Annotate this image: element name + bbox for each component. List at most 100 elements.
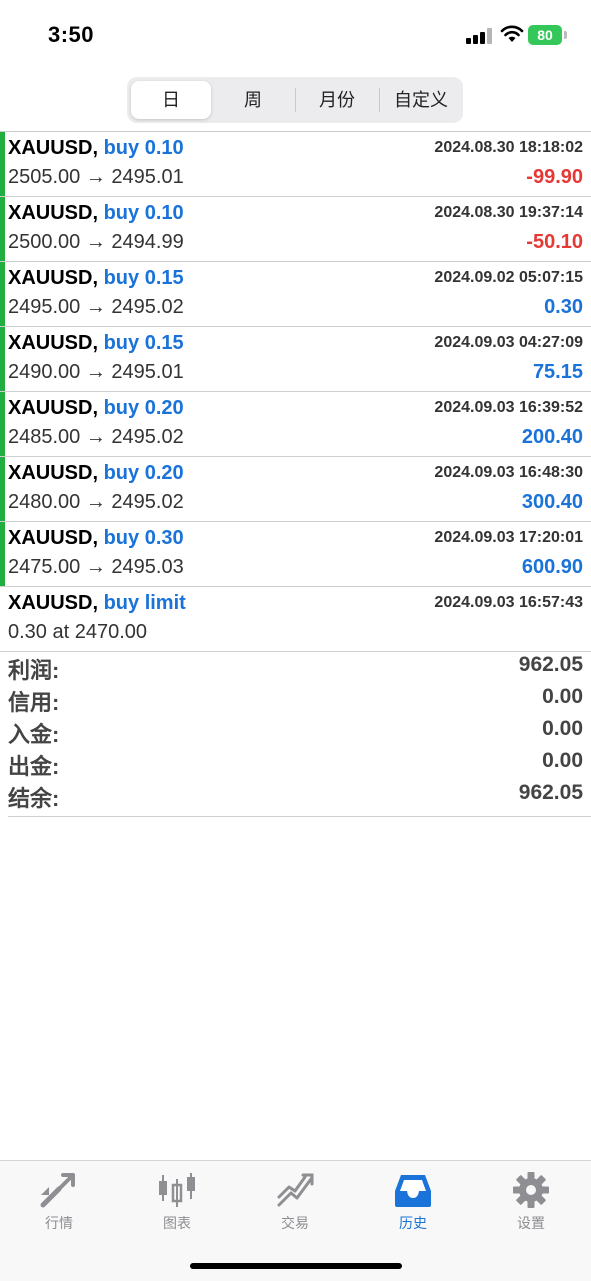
trade-profit: 200.40 [521,426,583,448]
trade-history-list: XAUUSD, buy 0.10 2505.00 → 2495.01 2024.… [0,132,591,652]
summary-divider [8,816,591,817]
trade-profit: 0.30 [544,296,583,318]
summary-label: 结余: [8,786,60,811]
account-summary: 利润: 962.05 信用: 0.00 入金: 0.00 出金: 0.00 结余… [0,653,591,813]
trade-time: 2024.09.03 17:20:01 [434,529,583,546]
buy-indicator-bar [0,457,5,521]
trade-time: 2024.09.02 05:07:15 [434,269,583,286]
trade-prices: 2505.00 → 2495.01 [8,166,184,188]
segment-divider [295,88,296,112]
tab-label: 历史 [399,1215,427,1231]
trade-profit: -50.10 [526,231,583,253]
trade-profit: 300.40 [521,491,583,513]
trade-symbol: XAUUSD, buy 0.15 [8,267,184,289]
summary-value: 0.00 [542,717,583,740]
battery-icon: 80 [528,25,562,45]
summary-profit: 利润: 962.05 [0,653,591,685]
buy-indicator-bar [0,262,5,326]
order-row[interactable]: XAUUSD, buy limit 0.30 at 2470.00 2024.0… [0,587,591,652]
chart-icon [159,1173,195,1207]
tab-label: 设置 [517,1215,545,1231]
order-details: 0.30 at 2470.00 [8,621,148,643]
trade-prices: 2500.00 → 2494.99 [8,231,184,253]
history-icon [395,1175,431,1207]
buy-indicator-bar [0,392,5,456]
trade-time: 2024.09.03 16:39:52 [434,399,583,416]
buy-indicator-bar [0,522,5,586]
summary-credit: 信用: 0.00 [0,685,591,717]
trade-symbol: XAUUSD, buy 0.20 [8,397,184,419]
trade-side: buy 0.30 [103,527,184,549]
trade-icon [277,1173,314,1207]
trade-symbol: XAUUSD, buy 0.10 [8,137,184,159]
buy-indicator-bar [0,197,5,261]
trade-symbol: XAUUSD, buy 0.30 [8,527,184,549]
summary-balance: 结余: 962.05 [0,781,591,813]
trade-profit: 600.90 [521,556,583,578]
tab-label: 交易 [281,1215,309,1231]
trade-prices: 2475.00 → 2495.03 [8,556,184,578]
trade-row[interactable]: XAUUSD, buy 0.15 2495.00 → 2495.02 2024.… [0,262,591,327]
status-time: 3:50 [48,22,95,47]
summary-label: 利润: [8,658,60,683]
segment-divider [379,88,380,112]
tab-history[interactable]: 历史 [354,1161,472,1241]
status-bar: 3:50 80 [0,0,591,70]
tab-trade[interactable]: 交易 [236,1161,354,1241]
trade-prices: 2485.00 → 2495.02 [8,426,184,448]
segment-week[interactable]: 周 [213,81,293,119]
trade-row[interactable]: XAUUSD, buy 0.20 2485.00 → 2495.02 2024.… [0,392,591,457]
trade-row[interactable]: XAUUSD, buy 0.30 2475.00 → 2495.03 2024.… [0,522,591,587]
trade-side: buy 0.20 [103,397,184,419]
buy-indicator-bar [0,327,5,391]
wifi-icon [500,25,524,42]
trade-row[interactable]: XAUUSD, buy 0.10 2500.00 → 2494.99 2024.… [0,197,591,262]
summary-withdrawal: 出金: 0.00 [0,749,591,781]
order-time: 2024.09.03 16:57:43 [434,594,583,611]
trade-prices: 2490.00 → 2495.01 [8,361,184,383]
trade-profit: 75.15 [532,361,583,383]
summary-value: 962.05 [518,653,583,676]
trade-time: 2024.09.03 04:27:09 [434,334,583,351]
trade-symbol: XAUUSD, buy 0.20 [8,462,184,484]
order-side: buy limit [103,592,186,614]
home-indicator[interactable] [190,1263,402,1269]
tab-label: 图表 [163,1215,191,1231]
trade-row[interactable]: XAUUSD, buy 0.15 2490.00 → 2495.01 2024.… [0,327,591,392]
buy-indicator-bar [0,132,5,196]
trade-side: buy 0.10 [103,137,184,159]
quotes-icon [40,1173,75,1208]
trade-side: buy 0.15 [103,332,184,354]
tab-quotes[interactable]: 行情 [0,1161,118,1241]
segment-month[interactable]: 月份 [297,81,377,119]
summary-label: 入金: [8,722,60,747]
trade-prices: 2480.00 → 2495.02 [8,491,184,513]
trade-symbol: XAUUSD, buy 0.10 [8,202,184,224]
summary-label: 出金: [8,754,60,779]
trade-row[interactable]: XAUUSD, buy 0.10 2505.00 → 2495.01 2024.… [0,132,591,197]
summary-value: 962.05 [518,781,583,804]
trade-time: 2024.08.30 19:37:14 [434,204,583,221]
cellular-signal-icon [466,28,492,44]
segment-custom[interactable]: 自定义 [381,81,461,119]
segment-day[interactable]: 日 [131,81,211,119]
trade-time: 2024.09.03 16:48:30 [434,464,583,481]
settings-icon [513,1172,549,1208]
trade-row[interactable]: XAUUSD, buy 0.20 2480.00 → 2495.02 2024.… [0,457,591,522]
summary-label: 信用: [8,690,60,715]
trade-side: buy 0.20 [103,462,184,484]
period-segmented-control: 日 周 月份 自定义 [127,77,463,123]
trade-profit: -99.90 [526,166,583,188]
order-symbol: XAUUSD, buy limit [8,592,186,614]
summary-deposit: 入金: 0.00 [0,717,591,749]
summary-value: 0.00 [542,749,583,772]
trade-prices: 2495.00 → 2495.02 [8,296,184,318]
tab-chart[interactable]: 图表 [118,1161,236,1241]
tab-label: 行情 [45,1215,73,1231]
summary-value: 0.00 [542,685,583,708]
trade-time: 2024.08.30 18:18:02 [434,139,583,156]
battery-tip [564,31,567,39]
trade-symbol: XAUUSD, buy 0.15 [8,332,184,354]
trade-side: buy 0.10 [103,202,184,224]
tab-settings[interactable]: 设置 [472,1161,590,1241]
